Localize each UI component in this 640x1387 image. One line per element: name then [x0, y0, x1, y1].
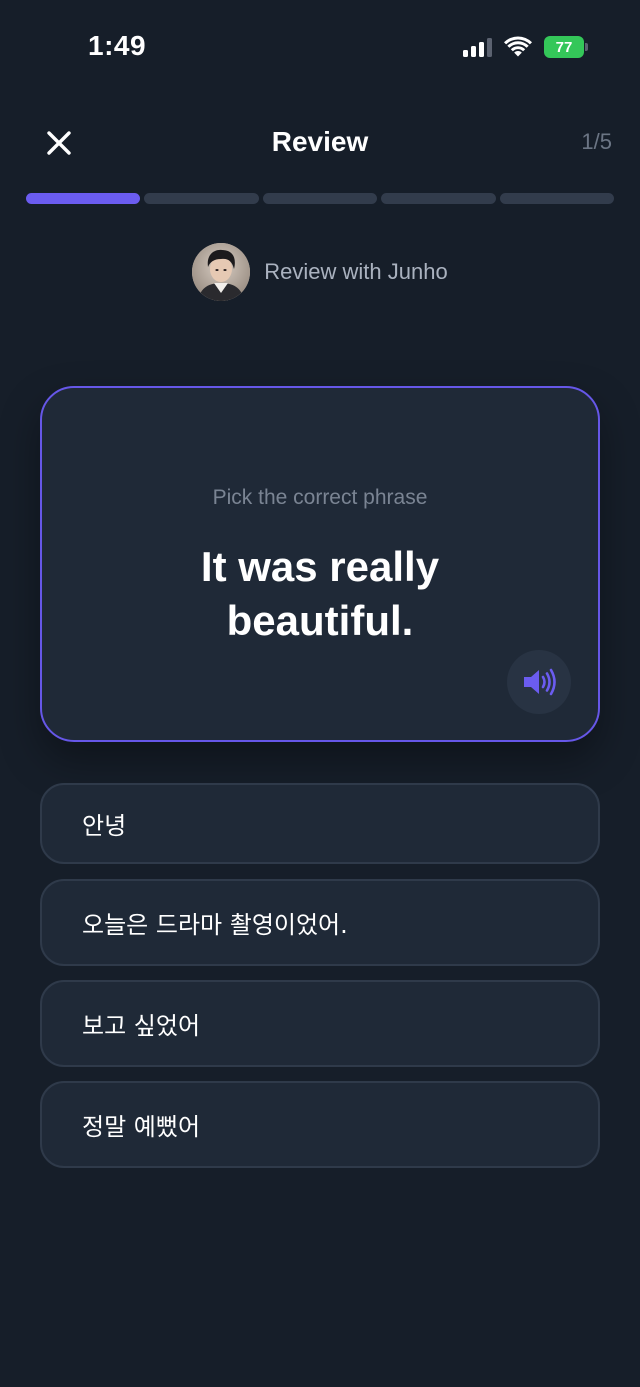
status-time: 1:49: [88, 30, 147, 61]
progress-segment: [262, 193, 378, 204]
avatar: [192, 243, 251, 301]
tutor-label: Review with Junho: [264, 259, 448, 284]
header: Review 1/5: [0, 112, 640, 172]
progress-segment: [381, 193, 496, 204]
progress-segment: [144, 193, 259, 204]
progress-segment: [499, 193, 615, 204]
answer-option[interactable]: 정말 예뻤어: [40, 1081, 600, 1168]
wifi-icon: [504, 36, 532, 57]
battery-icon: 77: [544, 36, 588, 58]
prompt-phrase: It was really beautiful.: [200, 543, 440, 644]
progress-bar: [26, 193, 615, 204]
prompt-instruction: Pick the correct phrase: [212, 486, 428, 509]
answer-option[interactable]: 오늘은 드라마 촬영이었어.: [40, 879, 600, 966]
status-bar: 1:49 77: [0, 0, 640, 96]
answer-options: 안녕 오늘은 드라마 촬영이었어. 보고 싶었어 정말 예뻤어: [40, 783, 600, 1168]
page-title: Review: [271, 126, 369, 157]
question-counter: 1/5: [581, 129, 612, 154]
answer-option[interactable]: 안녕: [40, 783, 600, 864]
tutor-avatar-image: [192, 243, 251, 301]
prompt-card: Pick the correct phrase It was really be…: [40, 386, 600, 742]
progress-segment: [26, 193, 141, 204]
speaker-icon: [524, 668, 556, 696]
status-icons: 77: [463, 36, 588, 58]
battery-level: 77: [544, 36, 584, 58]
tutor-row: Review with Junho: [0, 242, 640, 302]
play-audio-button[interactable]: [507, 650, 571, 714]
review-screen: 1:49 77 Review 1/5 Review with Junho Pic…: [0, 0, 640, 1387]
cellular-signal-icon: [463, 37, 492, 57]
answer-option[interactable]: 보고 싶었어: [40, 980, 600, 1067]
